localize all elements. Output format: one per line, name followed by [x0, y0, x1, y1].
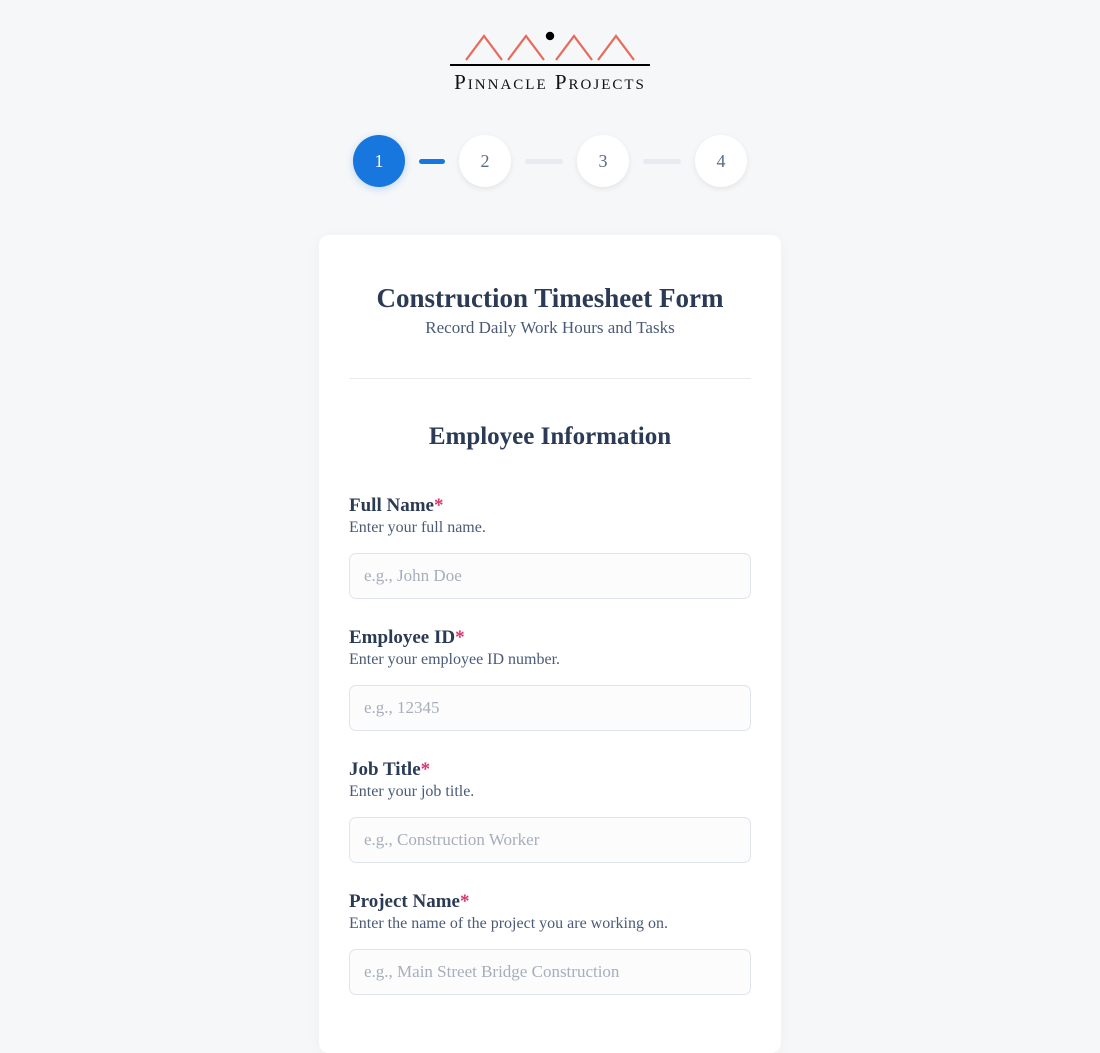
field-full-name: Full Name* Enter your full name.: [349, 495, 751, 599]
divider: [349, 378, 751, 379]
job-title-input[interactable]: [349, 817, 751, 863]
logo-divider: [450, 64, 650, 66]
field-job-title: Job Title* Enter your job title.: [349, 759, 751, 863]
field-hint: Enter the name of the project you are wo…: [349, 915, 751, 933]
field-label: Employee ID: [349, 627, 455, 648]
field-label: Job Title: [349, 759, 421, 780]
employee-id-input[interactable]: [349, 685, 751, 731]
field-label: Full Name: [349, 495, 434, 516]
step-4[interactable]: 4: [695, 135, 747, 187]
full-name-input[interactable]: [349, 553, 751, 599]
progress-stepper: 1 2 3 4: [353, 135, 747, 187]
step-connector-2: [525, 159, 563, 164]
form-subtitle: Record Daily Work Hours and Tasks: [425, 318, 674, 338]
brand-name: Pinnacle Projects: [454, 70, 646, 95]
required-mark: *: [460, 891, 470, 912]
step-1[interactable]: 1: [353, 135, 405, 187]
field-hint: Enter your full name.: [349, 519, 751, 537]
field-hint: Enter your job title.: [349, 783, 751, 801]
form-card: Construction Timesheet Form Record Daily…: [319, 235, 781, 1053]
field-hint: Enter your employee ID number.: [349, 651, 751, 669]
step-connector-3: [643, 159, 681, 164]
brand-logo: Pinnacle Projects: [450, 30, 650, 95]
field-project-name: Project Name* Enter the name of the proj…: [349, 891, 751, 995]
field-employee-id: Employee ID* Enter your employee ID numb…: [349, 627, 751, 731]
step-2[interactable]: 2: [459, 135, 511, 187]
section-title: Employee Information: [429, 423, 671, 451]
form-title: Construction Timesheet Form: [377, 283, 724, 314]
peaks-icon: [460, 30, 640, 62]
required-mark: *: [455, 627, 465, 648]
required-mark: *: [421, 759, 431, 780]
step-3[interactable]: 3: [577, 135, 629, 187]
required-mark: *: [434, 495, 444, 516]
project-name-input[interactable]: [349, 949, 751, 995]
page-root: Pinnacle Projects 1 2 3 4 Construction T…: [0, 0, 1100, 1053]
field-label: Project Name: [349, 891, 460, 912]
step-connector-1: [419, 159, 445, 164]
